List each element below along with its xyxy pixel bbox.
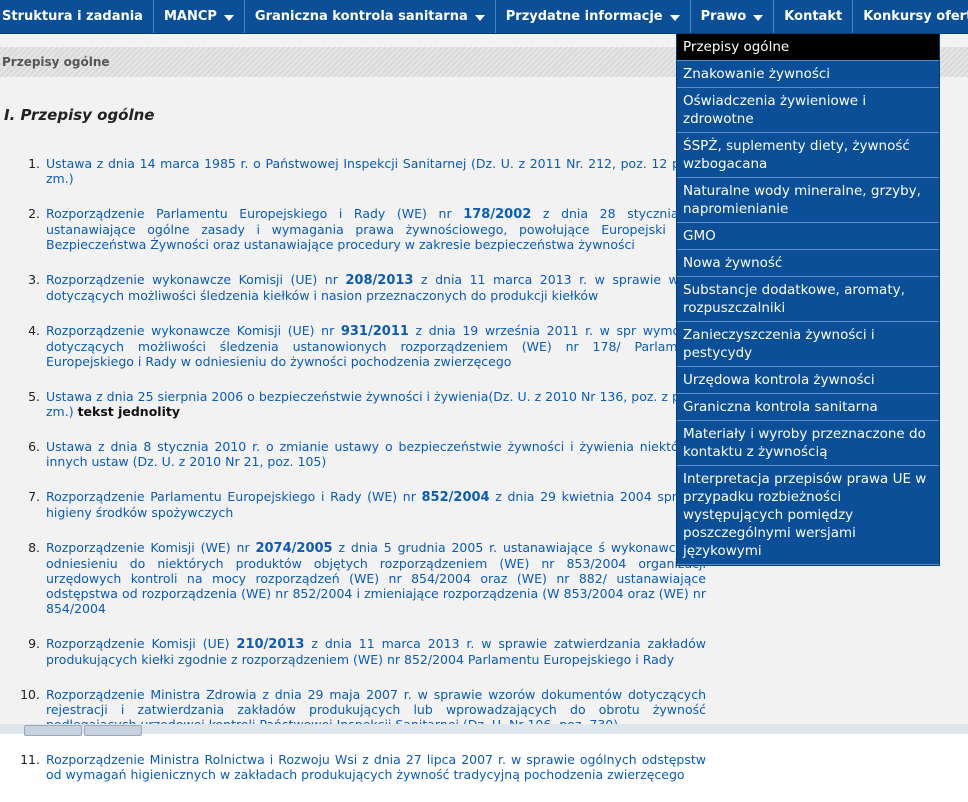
dropdown-item[interactable]: Materiały i wyroby przeznaczone do konta…	[677, 421, 939, 466]
law-reference-number[interactable]: 208/2013	[345, 273, 413, 288]
caret-down-icon	[474, 14, 485, 21]
caret-down-icon	[669, 14, 680, 21]
nav-item-label: Graniczna kontrola sanitarna	[254, 9, 468, 24]
nav-item-label: Przydatne informacje	[505, 9, 663, 24]
caret-down-icon	[753, 14, 764, 21]
dropdown-item[interactable]: Oświadczenia żywieniowe i zdrowotne	[677, 88, 939, 133]
list-number: 7.	[28, 489, 40, 504]
dropdown-item[interactable]: Zanieczyszczenia żywności i pestycydy	[677, 322, 939, 367]
nav-item-label: MANCP	[163, 9, 217, 24]
nav-item-mancp[interactable]: MANCP	[154, 0, 245, 33]
nav-item-przydatne-informacje[interactable]: Przydatne informacje	[496, 0, 691, 33]
list-number: 11.	[20, 752, 40, 767]
law-reference-number[interactable]: 852/2004	[422, 490, 490, 505]
dropdown-item[interactable]: Urzędowa kontrola żywności	[677, 367, 939, 394]
law-list-item[interactable]: 3. Rozporządzenie wykonawcze Komisji (UE)…	[0, 272, 706, 303]
top-navigation: Struktura i zadania MANCP Graniczna kontro…	[0, 0, 968, 34]
law-text[interactable]: Rozporządzenie Komisji (WE) nr	[46, 540, 255, 555]
law-text[interactable]: Rozporządzenie wykonawcze Komisji (UE) n…	[46, 272, 345, 287]
dropdown-item[interactable]: Znakowanie żywności	[677, 61, 939, 88]
law-text[interactable]: Ustawa z dnia 14 marca 1985 r. o Państwo…	[46, 156, 706, 186]
taskbar	[0, 724, 968, 736]
dropdown-item[interactable]: Przepisy ogólne	[677, 34, 939, 61]
law-text[interactable]: Ustawa z dnia 8 stycznia 2010 r. o zmian…	[46, 439, 706, 469]
law-list-item[interactable]: 8. Rozporządzenie Komisji (WE) nr 2074/20…	[0, 540, 706, 616]
nav-item-label: Konkursy ofert	[863, 9, 968, 24]
list-number: 4.	[28, 323, 40, 338]
dropdown-item[interactable]: ŚSPŻ, suplementy diety, żywność wzbogaca…	[677, 133, 939, 178]
dropdown-item[interactable]: Substancje dodatkowe, aromaty, rozpuszcz…	[677, 277, 939, 322]
nav-item-label: Struktura i zadania	[2, 9, 143, 24]
page-title: I. Przepisy ogólne	[4, 106, 155, 124]
list-number: 2.	[28, 206, 40, 221]
law-list-item[interactable]: 5. Ustawa z dnia 25 sierpnia 2006 o bezpi…	[0, 389, 706, 419]
taskbar-button[interactable]	[84, 725, 142, 736]
law-text[interactable]: Rozporządzenie Ministra Rolnictwa i Rozw…	[46, 752, 706, 782]
prawo-dropdown-menu: Przepisy ogólne Znakowanie żywności Oświad…	[676, 33, 940, 566]
law-list-item[interactable]: 1. Ustawa z dnia 14 marca 1985 r. o Państ…	[0, 156, 706, 186]
dropdown-item[interactable]: GMO	[677, 223, 939, 250]
law-text[interactable]: Rozporządzenie Parlamentu Europejskiego …	[46, 489, 422, 504]
law-text[interactable]: Rozporządzenie wykonawcze Komisji (UE) n…	[46, 323, 341, 338]
list-number: 5.	[28, 389, 40, 404]
law-text[interactable]: Rozporządzenie Parlamentu Europejskiego …	[46, 206, 463, 221]
list-number: 6.	[28, 439, 40, 454]
nav-item-konkursy-ofert[interactable]: Konkursy ofert	[853, 0, 968, 33]
list-number: 3.	[28, 272, 40, 287]
law-list-item[interactable]: 2. Rozporządzenie Parlamentu Europejskieg…	[0, 206, 706, 252]
nav-item-kontakt[interactable]: Kontakt	[774, 0, 854, 33]
law-reference-number[interactable]: 931/2011	[341, 324, 409, 339]
dropdown-item[interactable]: Interpretacja przepisów prawa UE w przyp…	[677, 466, 939, 565]
law-reference-number[interactable]: 2074/2005	[255, 541, 332, 556]
nav-item-label: Prawo	[700, 9, 747, 24]
law-list-item[interactable]: 6. Ustawa z dnia 8 stycznia 2010 r. o zmi…	[0, 439, 706, 469]
law-list-item[interactable]: 7. Rozporządzenie Parlamentu Europejskieg…	[0, 489, 706, 520]
breadcrumb: Przepisy ogólne	[2, 55, 110, 69]
list-number: 9.	[28, 636, 40, 651]
dropdown-item[interactable]: Naturalne wody mineralne, grzyby, naprom…	[677, 178, 939, 223]
caret-down-icon	[223, 14, 234, 21]
law-reference-number[interactable]: 178/2002	[463, 207, 531, 222]
dropdown-item[interactable]: Graniczna kontrola sanitarna	[677, 394, 939, 421]
nav-item-struktura-i-zadania[interactable]: Struktura i zadania	[0, 0, 154, 33]
nav-item-prawo[interactable]: Prawo	[691, 0, 775, 33]
law-list-item[interactable]: 4. Rozporządzenie wykonawcze Komisji (UE)…	[0, 323, 706, 369]
dropdown-item[interactable]: Nowa żywność	[677, 250, 939, 277]
law-list-item[interactable]: 9. Rozporządzenie Komisji (UE) 210/2013 z…	[0, 636, 706, 667]
law-list-item[interactable]: 11. Rozporządzenie Ministra Rolnictwa i R…	[0, 752, 706, 782]
law-reference-number[interactable]: 210/2013	[236, 637, 304, 652]
law-list: 1. Ustawa z dnia 14 marca 1985 r. o Państ…	[0, 156, 706, 802]
list-number: 1.	[28, 156, 40, 171]
list-number: 8.	[28, 540, 40, 555]
law-note: tekst jednolity	[77, 404, 180, 419]
law-text[interactable]: Rozporządzenie Komisji (UE)	[46, 636, 236, 651]
taskbar-button[interactable]	[24, 725, 82, 736]
nav-item-graniczna-kontrola-sanitarna[interactable]: Graniczna kontrola sanitarna	[245, 0, 496, 33]
nav-item-label: Kontakt	[784, 9, 843, 24]
list-number: 10.	[20, 687, 40, 702]
